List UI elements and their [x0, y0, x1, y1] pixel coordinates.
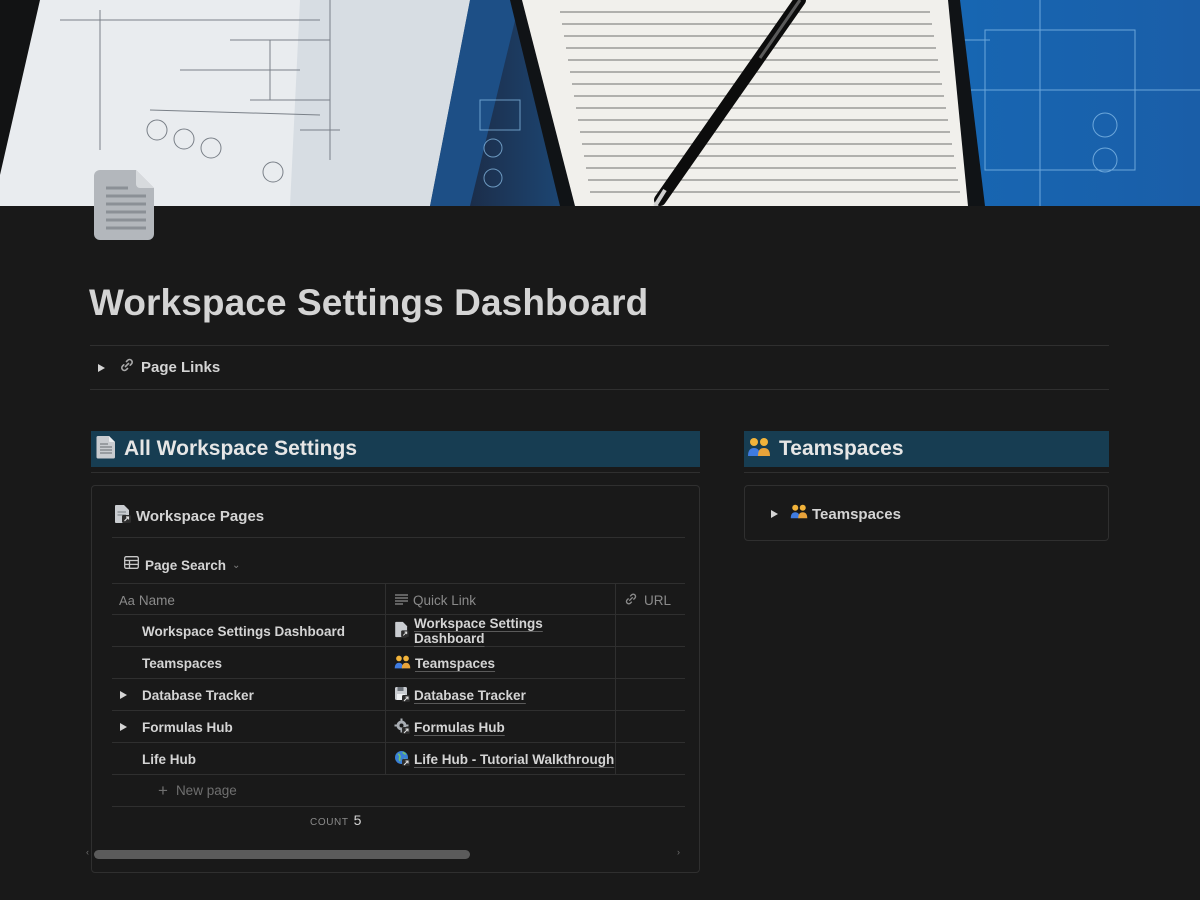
horizontal-scrollbar[interactable]: ‹ › — [86, 847, 686, 859]
row-quick-link-cell[interactable]: Teamspaces — [386, 647, 616, 679]
quick-link[interactable]: Database Tracker — [414, 688, 526, 703]
quick-link[interactable]: Teamspaces — [415, 656, 495, 671]
database-table: Aa Name Quick Link URL Workspace Setting… — [112, 583, 685, 807]
table-row[interactable]: Formulas Hub Formulas Hub — [112, 711, 685, 743]
count-footer[interactable]: COUNT 5 — [310, 812, 361, 828]
globe-icon — [394, 750, 410, 769]
page-links-label: Page Links — [141, 359, 221, 376]
quick-link[interactable]: Formulas Hub — [414, 720, 505, 735]
page-link-icon — [114, 504, 132, 529]
database-title[interactable]: Workspace Pages — [114, 504, 264, 529]
teamspaces-icon — [790, 503, 808, 525]
column-header-quick-link[interactable]: Quick Link — [386, 584, 616, 616]
link-icon — [624, 592, 638, 609]
page-link-icon — [394, 621, 410, 641]
column-header-name[interactable]: Aa Name — [112, 584, 386, 616]
row-quick-link-cell[interactable]: Formulas Hub — [386, 711, 616, 743]
row-url-cell[interactable] — [616, 647, 685, 679]
row-url-cell[interactable] — [616, 615, 685, 647]
table-row[interactable]: Database Tracker Database Tracker — [112, 679, 685, 711]
teamspaces-icon — [747, 436, 771, 463]
row-name-cell[interactable]: Life Hub — [112, 743, 386, 775]
cover-illustration — [0, 0, 1200, 206]
row-name-cell[interactable]: Teamspaces — [112, 647, 386, 679]
plus-icon: + — [158, 780, 168, 800]
row-quick-link-cell[interactable]: Life Hub - Tutorial Walkthrough — [386, 743, 616, 775]
view-tab-label: Page Search — [145, 557, 227, 573]
page-links-toggle[interactable]: Page Links — [90, 345, 1109, 390]
row-quick-link-cell[interactable]: Workspace Settings Dashboard — [386, 615, 616, 647]
cover-image — [0, 0, 1200, 206]
gear-icon — [394, 718, 410, 737]
table-row[interactable]: Teamspaces Teamspaces — [112, 647, 685, 679]
row-url-cell[interactable] — [616, 679, 685, 711]
quick-link[interactable]: Workspace Settings Dashboard — [414, 616, 615, 646]
floppy-icon — [394, 686, 410, 705]
toggle-triangle-icon[interactable] — [98, 363, 105, 372]
new-page-button[interactable]: + New page — [112, 775, 685, 807]
teamspaces-card: Teamspaces — [744, 485, 1109, 541]
table-icon — [124, 556, 139, 574]
text-type-icon: Aa — [119, 592, 135, 608]
document-icon — [96, 435, 116, 464]
page-document-icon[interactable] — [94, 166, 158, 242]
table-row[interactable]: Workspace Settings Dashboard Workspace S… — [112, 615, 685, 647]
teamspaces-toggle[interactable]: Teamspaces — [771, 503, 901, 525]
row-name-cell[interactable]: Formulas Hub — [112, 711, 386, 743]
quick-link[interactable]: Life Hub - Tutorial Walkthrough — [414, 752, 614, 767]
row-name-cell[interactable]: Database Tracker — [112, 679, 386, 711]
database-title-label: Workspace Pages — [136, 508, 265, 525]
teamspaces-toggle-label: Teamspaces — [812, 505, 901, 523]
heading-divider — [91, 472, 700, 473]
expand-triangle-icon[interactable] — [120, 723, 127, 731]
all-workspace-settings-heading: All Workspace Settings — [91, 431, 700, 467]
link-icon — [119, 357, 135, 378]
row-quick-link-cell[interactable]: Database Tracker — [386, 679, 616, 711]
scrollbar-thumb[interactable] — [94, 850, 470, 859]
table-row[interactable]: Life Hub Life Hub - Tutorial Walkthrough — [112, 743, 685, 775]
heading-label: Teamspaces — [779, 437, 904, 460]
row-url-cell[interactable] — [616, 711, 685, 743]
lines-icon — [395, 593, 408, 608]
chevron-down-icon[interactable]: ⌄ — [232, 560, 240, 571]
view-tab-page-search[interactable]: Page Search ⌄ — [124, 556, 240, 574]
column-header-url[interactable]: URL — [616, 584, 685, 616]
expand-triangle-icon[interactable] — [120, 691, 127, 699]
table-header-row: Aa Name Quick Link URL — [112, 583, 685, 616]
row-name-cell[interactable]: Workspace Settings Dashboard — [112, 615, 386, 647]
scroll-left-arrow-icon[interactable]: ‹ — [86, 847, 89, 857]
title-divider — [112, 537, 685, 538]
teamspaces-icon — [394, 654, 411, 673]
row-url-cell[interactable] — [616, 743, 685, 775]
teamspaces-heading: Teamspaces — [744, 431, 1109, 467]
heading-divider — [744, 472, 1109, 473]
scroll-right-arrow-icon[interactable]: › — [677, 847, 680, 857]
heading-label: All Workspace Settings — [124, 437, 358, 460]
toggle-triangle-icon[interactable] — [771, 510, 778, 518]
page-title: Workspace Settings Dashboard — [89, 282, 649, 323]
workspace-pages-card: Workspace Pages Page Search ⌄ Aa Name Qu — [86, 485, 700, 873]
